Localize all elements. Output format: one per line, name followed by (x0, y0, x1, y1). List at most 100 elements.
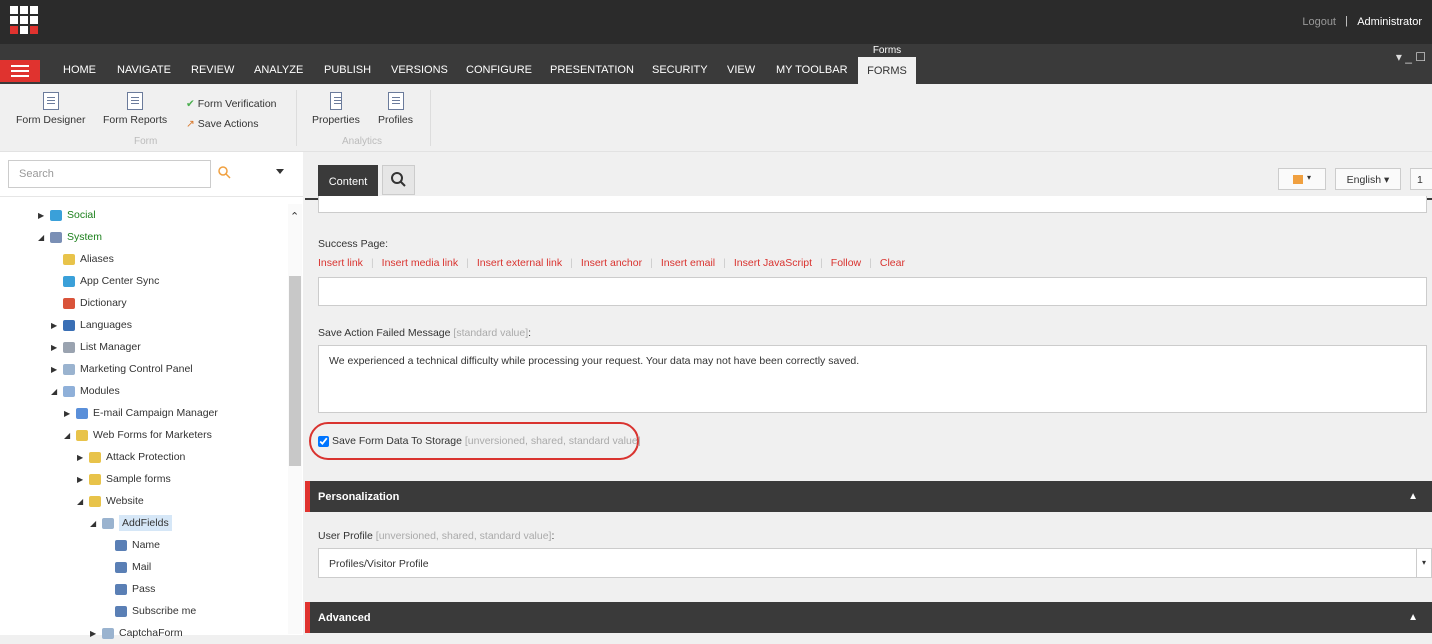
tree-node-label[interactable]: Sample forms (106, 473, 171, 485)
personalization-section-header[interactable]: Personalization ▲ (305, 481, 1432, 512)
launchpad-icon[interactable] (10, 6, 38, 34)
tab-content[interactable]: Content (318, 165, 378, 200)
expand-toggle-icon[interactable]: ◢ (77, 497, 87, 506)
tree-node[interactable]: ◢ Website (0, 490, 286, 512)
tab-versions[interactable]: VERSIONS (391, 64, 448, 76)
user-name[interactable]: Administrator (1357, 16, 1422, 28)
tree-node-label[interactable]: System (67, 231, 102, 243)
save-form-data-checkbox[interactable] (318, 435, 329, 447)
expand-toggle-icon[interactable]: ▶ (77, 475, 87, 484)
expand-toggle-icon[interactable]: ▶ (51, 321, 61, 330)
success-page-field[interactable] (318, 277, 1427, 306)
tab-navigate[interactable]: NAVIGATE (117, 64, 171, 76)
form-reports-button[interactable]: Form Reports (103, 92, 167, 126)
tree-node-label[interactable]: Website (106, 495, 144, 507)
tree-node[interactable]: ▶ Marketing Control Panel (0, 358, 286, 380)
tree-node[interactable]: Dictionary (0, 292, 286, 314)
tab-home[interactable]: HOME (63, 64, 96, 76)
tree-node-label[interactable]: List Manager (80, 341, 141, 353)
tree-node[interactable]: Aliases (0, 248, 286, 270)
tree-node-label[interactable]: Subscribe me (132, 605, 196, 617)
tree-node[interactable]: Name (0, 534, 286, 556)
user-profile-select[interactable]: Profiles/Visitor Profile ▾ (318, 548, 1432, 578)
tab-publish[interactable]: PUBLISH (324, 64, 371, 76)
language-selector[interactable]: English ▾ (1335, 168, 1401, 190)
tree-node-label[interactable]: Aliases (80, 253, 114, 265)
tree-node-label[interactable]: Name (132, 539, 160, 551)
tree-node[interactable]: ◢ AddFields (0, 512, 286, 534)
tab-forms[interactable]: FORMS (858, 57, 916, 84)
advanced-section-header[interactable]: Advanced ▲ (305, 602, 1432, 633)
form-verification-button[interactable]: ✔ Form Verification (186, 98, 277, 110)
tree-node-label[interactable]: Dictionary (80, 297, 127, 309)
editor-search-tab[interactable] (382, 165, 415, 195)
tab-security[interactable]: SECURITY (652, 64, 708, 76)
profiles-button[interactable]: Profiles (378, 92, 413, 126)
tree-node[interactable]: Mail (0, 556, 286, 578)
save-button[interactable]: ▾ (1278, 168, 1326, 190)
tree-node-label[interactable]: Mail (132, 561, 151, 573)
save-action-failed-message-field[interactable]: We experienced a technical difficulty wh… (318, 345, 1427, 413)
menu-icon[interactable] (0, 60, 40, 82)
tab-my-toolbar[interactable]: MY TOOLBAR (776, 64, 848, 76)
expand-toggle-icon[interactable]: ◢ (90, 519, 100, 528)
tree-node-label[interactable]: E-mail Campaign Manager (93, 407, 218, 419)
clear-button[interactable]: Clear (880, 257, 905, 269)
tree-node[interactable]: ▶ Social (0, 204, 286, 226)
tree-node-label[interactable]: Marketing Control Panel (80, 363, 193, 375)
tree-node-label[interactable]: AddFields (119, 515, 172, 531)
tab-view[interactable]: VIEW (727, 64, 755, 76)
tree-node[interactable]: Subscribe me (0, 600, 286, 622)
insert-link-button[interactable]: Insert link (318, 257, 363, 269)
tree-node-label[interactable]: Modules (80, 385, 120, 397)
tree-scrollbar-thumb[interactable] (289, 276, 301, 466)
tree-node[interactable]: ▶ Attack Protection (0, 446, 286, 468)
save-actions-button[interactable]: ↗ Save Actions (186, 118, 258, 130)
window-controls[interactable]: ▾ _ ☐ (1396, 50, 1426, 64)
search-icon[interactable] (218, 166, 231, 179)
tree-node-label[interactable]: App Center Sync (80, 275, 159, 287)
search-options-dropdown-icon[interactable] (276, 169, 284, 174)
tree-node[interactable]: ◢ System (0, 226, 286, 248)
expand-toggle-icon[interactable]: ◢ (38, 233, 48, 242)
tree-node[interactable]: ▶ E-mail Campaign Manager (0, 402, 286, 424)
tree-node[interactable]: ▶ List Manager (0, 336, 286, 358)
insert-media-link-button[interactable]: Insert media link (382, 257, 458, 269)
insert-email-button[interactable]: Insert email (661, 257, 715, 269)
collapse-icon[interactable]: ▲ (1408, 491, 1418, 502)
tree-node-label[interactable]: Languages (80, 319, 132, 331)
properties-button[interactable]: Properties (312, 92, 360, 126)
tree-node[interactable]: App Center Sync (0, 270, 286, 292)
expand-toggle-icon[interactable]: ▶ (38, 211, 48, 220)
expand-toggle-icon[interactable]: ◢ (51, 387, 61, 396)
form-designer-button[interactable]: Form Designer (16, 92, 85, 126)
expand-toggle-icon[interactable]: ◢ (64, 431, 74, 440)
tree-node-label[interactable]: Social (67, 209, 96, 221)
tab-analyze[interactable]: ANALYZE (254, 64, 303, 76)
tab-presentation[interactable]: PRESENTATION (550, 64, 634, 76)
tab-review[interactable]: REVIEW (191, 64, 234, 76)
tree-node[interactable]: ◢ Modules (0, 380, 286, 402)
scroll-up-icon[interactable]: ⌃ (290, 210, 299, 223)
tree-node[interactable]: ◢ Web Forms for Marketers (0, 424, 286, 446)
insert-external-link-button[interactable]: Insert external link (477, 257, 562, 269)
follow-button[interactable]: Follow (831, 257, 861, 269)
collapse-icon[interactable]: ▲ (1408, 612, 1418, 623)
version-selector[interactable]: 1 (1410, 168, 1432, 190)
tab-configure[interactable]: CONFIGURE (466, 64, 532, 76)
tree-node[interactable]: ▶ Sample forms (0, 468, 286, 490)
logout-link[interactable]: Logout (1302, 16, 1336, 28)
tree-node-label[interactable]: CaptchaForm (119, 627, 183, 639)
expand-toggle-icon[interactable]: ▶ (51, 343, 61, 352)
insert-javascript-button[interactable]: Insert JavaScript (734, 257, 812, 269)
tree-node[interactable]: ▶ CaptchaForm (0, 622, 286, 644)
chevron-down-icon[interactable]: ▾ (1416, 549, 1431, 577)
search-input[interactable]: Search (8, 160, 211, 188)
expand-toggle-icon[interactable]: ▶ (51, 365, 61, 374)
expand-toggle-icon[interactable]: ▶ (64, 409, 74, 418)
insert-anchor-button[interactable]: Insert anchor (581, 257, 642, 269)
expand-toggle-icon[interactable]: ▶ (77, 453, 87, 462)
tree-node[interactable]: ▶ Languages (0, 314, 286, 336)
tree-node-label[interactable]: Pass (132, 583, 155, 595)
expand-toggle-icon[interactable]: ▶ (90, 629, 100, 638)
